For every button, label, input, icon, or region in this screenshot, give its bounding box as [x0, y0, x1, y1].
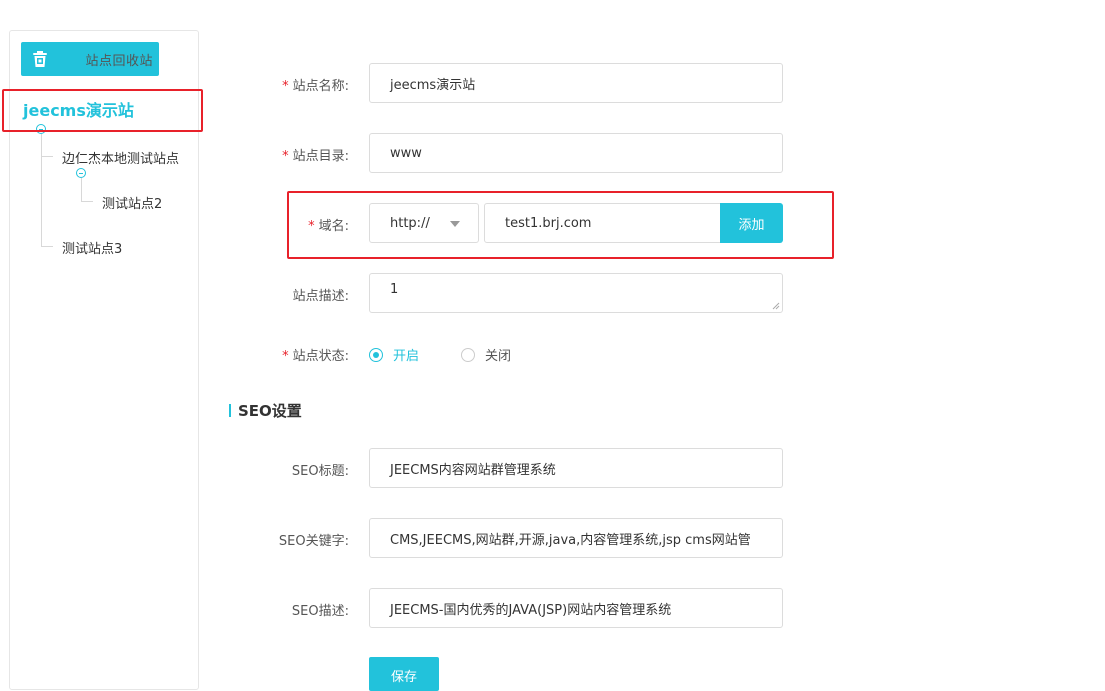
seo-keywords-label: SEO关键字: — [229, 530, 349, 549]
collapse-icon[interactable] — [76, 168, 86, 178]
required-mark: * — [282, 79, 289, 94]
site-tree-panel: 站点回收站 jeecms演示站 边仁杰本地测试站点 测试站点2 测试站点3 — [9, 30, 199, 690]
tree-connector — [41, 156, 53, 157]
seo-description-input[interactable]: JEECMS-国内优秀的JAVA(JSP)网站内容管理系统 — [369, 588, 783, 628]
seo-description-label: SEO描述: — [229, 600, 349, 619]
tree-node-root[interactable]: jeecms演示站 — [23, 97, 134, 121]
tree-connector — [41, 134, 42, 246]
seo-keywords-input[interactable]: CMS,JEECMS,网站群,开源,java,内容管理系统,jsp cms网站管 — [369, 518, 783, 558]
status-radio-on[interactable]: 开启 — [369, 345, 419, 364]
tree-connector — [81, 178, 82, 201]
status-on-label: 开启 — [393, 349, 420, 364]
seo-description-label-text: SEO描述: — [291, 604, 349, 619]
site-desc-value: 1 — [390, 282, 399, 297]
status-off-label: 关闭 — [485, 349, 512, 364]
site-name-label: * 站点名称: — [229, 75, 349, 94]
domain-label-text: 域名: — [318, 219, 349, 234]
radio-unchecked-icon — [461, 347, 475, 362]
add-domain-button[interactable]: 添加 — [720, 203, 783, 243]
site-dir-input[interactable]: www — [369, 133, 783, 173]
chevron-down-icon — [450, 221, 460, 227]
status-radio-off[interactable]: 关闭 — [461, 345, 511, 364]
site-name-input[interactable]: jeecms演示站 — [369, 63, 783, 103]
protocol-select[interactable]: http:// — [369, 203, 479, 243]
site-dir-label-text: 站点目录: — [292, 149, 349, 164]
site-desc-label: 站点描述: — [229, 285, 349, 304]
save-button[interactable]: 保存 — [369, 657, 439, 691]
section-accent-bar — [229, 404, 231, 417]
seo-section-title: SEO设置 — [229, 400, 302, 421]
tree-connector — [41, 246, 53, 247]
radio-checked-icon — [369, 347, 383, 362]
site-name-label-text: 站点名称: — [292, 79, 349, 94]
required-mark: * — [282, 149, 289, 164]
domain-label: * 域名: — [229, 215, 349, 234]
protocol-value: http:// — [390, 215, 430, 231]
site-desc-textarea[interactable]: 1 — [369, 273, 783, 313]
required-mark: * — [308, 219, 315, 234]
seo-title-label: SEO标题: — [229, 460, 349, 479]
site-dir-label: * 站点目录: — [229, 145, 349, 164]
site-status-label: * 站点状态: — [229, 345, 349, 364]
seo-section-title-text: SEO设置 — [238, 402, 302, 420]
seo-title-label-text: SEO标题: — [291, 464, 349, 479]
tree-node-child[interactable]: 边仁杰本地测试站点 — [62, 148, 179, 167]
domain-input[interactable]: test1.brj.com — [484, 203, 721, 243]
required-mark: * — [282, 349, 289, 364]
site-status-label-text: 站点状态: — [292, 349, 349, 364]
tree-connector — [81, 201, 93, 202]
seo-title-input[interactable]: JEECMS内容网站群管理系统 — [369, 448, 783, 488]
collapse-icon[interactable] — [36, 124, 46, 134]
seo-keywords-label-text: SEO关键字: — [278, 534, 349, 549]
resize-grip-icon[interactable] — [772, 302, 780, 310]
tree-node-grandchild[interactable]: 测试站点2 — [102, 193, 162, 212]
site-tree: jeecms演示站 边仁杰本地测试站点 测试站点2 测试站点3 — [10, 31, 198, 689]
tree-node-child[interactable]: 测试站点3 — [62, 238, 122, 257]
site-desc-label-text: 站点描述: — [292, 289, 349, 304]
